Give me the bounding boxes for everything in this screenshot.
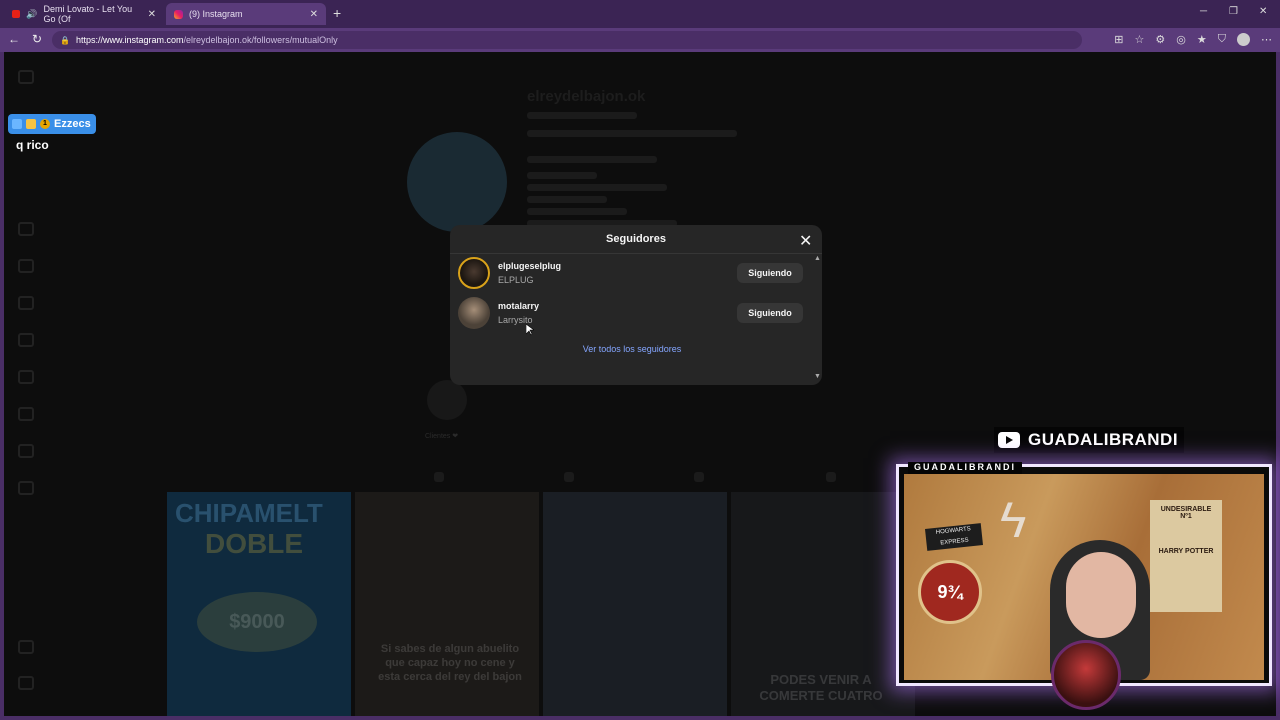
saved-tab-icon[interactable] xyxy=(694,472,704,482)
favorite-icon[interactable]: ☆ xyxy=(1135,33,1145,46)
platform-sign: 9¾ xyxy=(918,560,982,624)
profile-stats xyxy=(527,130,737,137)
new-tab-icon[interactable]: + xyxy=(333,5,341,21)
post-tile[interactable]: PODES VENIR A COMERTE CUATRO xyxy=(731,492,915,716)
follower-username[interactable]: motalarry xyxy=(498,301,539,311)
profile-username: elreydelbajon.ok xyxy=(527,88,646,105)
modal-divider xyxy=(450,253,822,254)
speaker-icon: 🔊 xyxy=(26,8,38,19)
wanted-poster: UNDESIRABLE Nº1 HARRY POTTER xyxy=(1150,500,1222,612)
tab-label: Demi Lovato - Let You Go (Of xyxy=(43,4,133,24)
reels-tab-icon[interactable] xyxy=(564,472,574,482)
mouse-cursor-icon xyxy=(526,324,534,336)
menu-icon[interactable] xyxy=(18,640,34,654)
tab-instagram[interactable]: (9) Instagram ✕ xyxy=(166,3,326,25)
chat-username: Ezzecs xyxy=(54,118,91,130)
meta-icon[interactable] xyxy=(18,676,34,690)
dashboard-icon[interactable] xyxy=(18,444,34,458)
instagram-icon xyxy=(174,9,183,19)
tagged-tab-icon[interactable] xyxy=(826,472,836,482)
follower-fullname: ELPLUG xyxy=(498,275,534,285)
avatar[interactable] xyxy=(458,257,490,289)
nav-bar: ← ↻ 🔒 https://www.instagram.com/elreydel… xyxy=(0,28,1280,52)
instagram-logo-icon[interactable] xyxy=(18,70,34,84)
profile-subtitle xyxy=(527,112,637,119)
modal-title: Seguidores xyxy=(606,233,666,245)
story-highlight[interactable] xyxy=(427,380,467,420)
profile-icon[interactable] xyxy=(18,481,34,495)
notifications-icon[interactable] xyxy=(18,370,34,384)
follower-row[interactable]: elplugeselplug ELPLUG Siguiendo xyxy=(458,255,803,291)
follower-info: motalarry Larrysito xyxy=(498,301,539,325)
toolbar-icons: ⊞ ☆ ⚙ ◎ ★ ⛉ ⋯ xyxy=(1114,33,1272,46)
post-tile[interactable]: CHIPAMELT DOBLE $9000 xyxy=(167,492,351,716)
gift-badge-icon xyxy=(26,119,36,129)
read-mode-icon[interactable]: ⊞ xyxy=(1114,33,1123,46)
post-tile[interactable] xyxy=(543,492,727,716)
url-text: https://www.instagram.com/elreydelbajon.… xyxy=(75,35,338,45)
posts-tab-icon[interactable] xyxy=(434,472,444,482)
youtube-logo-icon xyxy=(998,432,1020,448)
search-icon[interactable] xyxy=(18,333,34,347)
followers-modal: Seguidores ✕ elplugeselplug ELPLUG Sigui… xyxy=(450,225,822,385)
chat-username-badge: 1 Ezzecs xyxy=(8,114,96,134)
profile-bio-line xyxy=(527,184,667,191)
close-tab-icon[interactable]: ✕ xyxy=(310,9,318,20)
scroll-up-arrow-icon[interactable]: ▲ xyxy=(814,255,821,262)
back-icon[interactable]: ← xyxy=(8,32,20,46)
shield-icon[interactable]: ⛉ xyxy=(1218,33,1226,46)
lightning-bolt-icon: ϟ xyxy=(1000,492,1027,548)
profile-bio-line xyxy=(527,208,627,215)
scroll-down-arrow-icon[interactable]: ▼ xyxy=(814,373,821,380)
create-icon[interactable] xyxy=(18,407,34,421)
profile-bio-line xyxy=(527,172,597,179)
extensions-icon[interactable]: ⚙ xyxy=(1155,33,1165,46)
messages-icon[interactable] xyxy=(18,296,34,310)
favorites-icon[interactable]: ★ xyxy=(1197,33,1207,46)
tab-youtube[interactable]: 🔊 Demi Lovato - Let You Go (Of ✕ xyxy=(4,3,164,25)
minimize-icon[interactable]: ─ xyxy=(1200,6,1207,17)
profile-avatar-icon[interactable] xyxy=(1237,33,1250,46)
follower-info: elplugeselplug ELPLUG xyxy=(498,261,561,285)
story-highlight-label: Clientes ❤ xyxy=(425,433,459,440)
post-tile[interactable]: Si sabes de algun abuelito que capaz hoy… xyxy=(355,492,539,716)
youtube-channel-tag: GUADALIBRANDI xyxy=(994,427,1185,453)
close-tab-icon[interactable]: ✕ xyxy=(148,9,156,20)
channel-name: GUADALIBRANDI xyxy=(1028,430,1179,449)
more-icon[interactable]: ⋯ xyxy=(1261,33,1272,46)
following-button[interactable]: Siguiendo xyxy=(737,263,803,283)
rank-badge-icon: 1 xyxy=(40,119,50,129)
following-button[interactable]: Siguiendo xyxy=(737,303,803,323)
restore-icon[interactable]: ❐ xyxy=(1229,6,1238,17)
streamer-face xyxy=(1066,552,1136,638)
close-icon[interactable]: ✕ xyxy=(799,231,812,251)
close-window-icon[interactable]: ✕ xyxy=(1259,6,1267,17)
browser-window: 🔊 Demi Lovato - Let You Go (Of ✕ (9) Ins… xyxy=(0,0,1280,720)
stream-chat-message: 1 Ezzecs q rico xyxy=(8,114,96,152)
lock-icon: 🔒 xyxy=(60,35,70,45)
reels-icon[interactable] xyxy=(18,259,34,273)
youtube-icon xyxy=(12,10,21,18)
streamer-avatar-icon xyxy=(1051,640,1121,710)
home-icon[interactable] xyxy=(18,222,34,236)
follower-username[interactable]: elplugeselplug xyxy=(498,261,561,271)
profile-picture xyxy=(407,132,507,232)
profile-bio-line xyxy=(527,156,657,163)
profile-bio-line xyxy=(527,196,607,203)
reload-icon[interactable]: ↻ xyxy=(32,32,42,46)
subscriber-badge-icon xyxy=(12,119,22,129)
follower-row[interactable]: motalarry Larrysito Siguiendo xyxy=(458,295,803,331)
chat-message-text: q rico xyxy=(16,138,49,152)
tab-bar: 🔊 Demi Lovato - Let You Go (Of ✕ (9) Ins… xyxy=(0,0,1280,28)
address-bar[interactable]: 🔒 https://www.instagram.com/elreydelbajo… xyxy=(52,31,1082,49)
see-all-followers-link[interactable]: Ver todos los seguidores xyxy=(450,344,814,354)
copilot-icon[interactable]: ◎ xyxy=(1176,33,1186,46)
tab-label: (9) Instagram xyxy=(189,9,243,19)
webcam-label: GUADALIBRANDI xyxy=(908,462,1022,474)
avatar[interactable] xyxy=(458,297,490,329)
